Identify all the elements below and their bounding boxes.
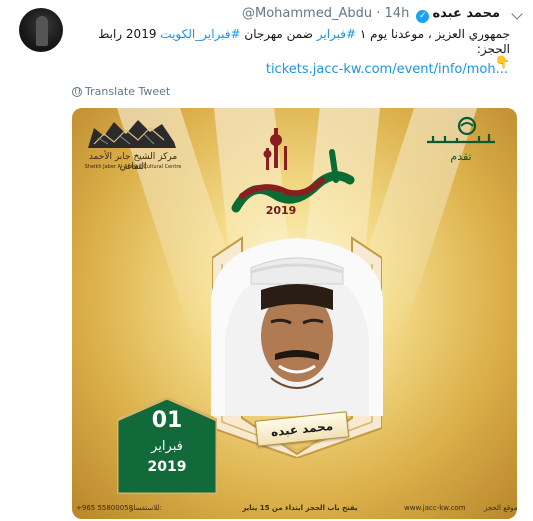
singer-portrait	[211, 238, 383, 416]
presents-label: تقدم	[450, 150, 472, 163]
date-month: فبراير	[151, 439, 183, 454]
timestamp[interactable]: 14h	[385, 6, 410, 21]
tweet-text-part: جمهوري العزيز ، موعدنا يوم ١	[356, 27, 510, 41]
date-year: 2019	[147, 459, 187, 475]
festival-year: 2019	[265, 204, 297, 217]
separator: ·	[376, 6, 381, 21]
verified-badge-icon: ✓	[416, 10, 430, 23]
globe-icon	[72, 87, 82, 97]
rotana-logo	[427, 116, 495, 144]
hashtag-link[interactable]: #فبراير_الكويت	[160, 27, 240, 41]
author-handle[interactable]: @Mohammed_Abdu	[242, 6, 372, 21]
footer-website: www.jacc-kw.com	[404, 504, 466, 512]
date-day: 01	[151, 408, 183, 433]
tweet-media-image[interactable]: مركز الشيخ جابر الأحمد الثقافي Sheikh Ja…	[72, 108, 517, 519]
tweet-text-part: ضمن مهرجان	[240, 27, 317, 41]
jacc-building-logo	[88, 120, 176, 148]
author-name[interactable]: محمد عبده	[432, 6, 500, 21]
translate-label: Translate Tweet	[85, 85, 171, 98]
translate-tweet-link[interactable]: Translate Tweet	[72, 85, 170, 98]
footer-phone-label: للاستفسار:	[130, 504, 162, 512]
hashtag-link[interactable]: #فبراير	[317, 27, 356, 41]
chevron-down-icon[interactable]	[511, 8, 523, 20]
tickets-link[interactable]: tickets.jacc-kw.com/event/info/moh...	[266, 62, 508, 77]
footer-website-label: موقع الحجز:	[484, 504, 517, 512]
footer-booking-open: يفتح باب الحجز ابتداء من 15 يناير	[242, 504, 358, 512]
tweet-header: محمد عبده✓ @Mohammed_Abdu · 14h	[0, 6, 500, 26]
centre-name-english: Sheikh Jaber Al-Ahmad Cultural Centre	[84, 164, 182, 170]
poster-footer: +965 55800058 للاستفسار: يفتح باب الحجز …	[72, 499, 517, 519]
tweet: محمد عبده✓ @Mohammed_Abdu · 14h جمهوري ا…	[0, 0, 533, 521]
tweet-text: جمهوري العزيز ، موعدنا يوم ١ #فبراير ضمن…	[72, 27, 510, 57]
footer-phone: +965 55800058	[76, 504, 134, 512]
